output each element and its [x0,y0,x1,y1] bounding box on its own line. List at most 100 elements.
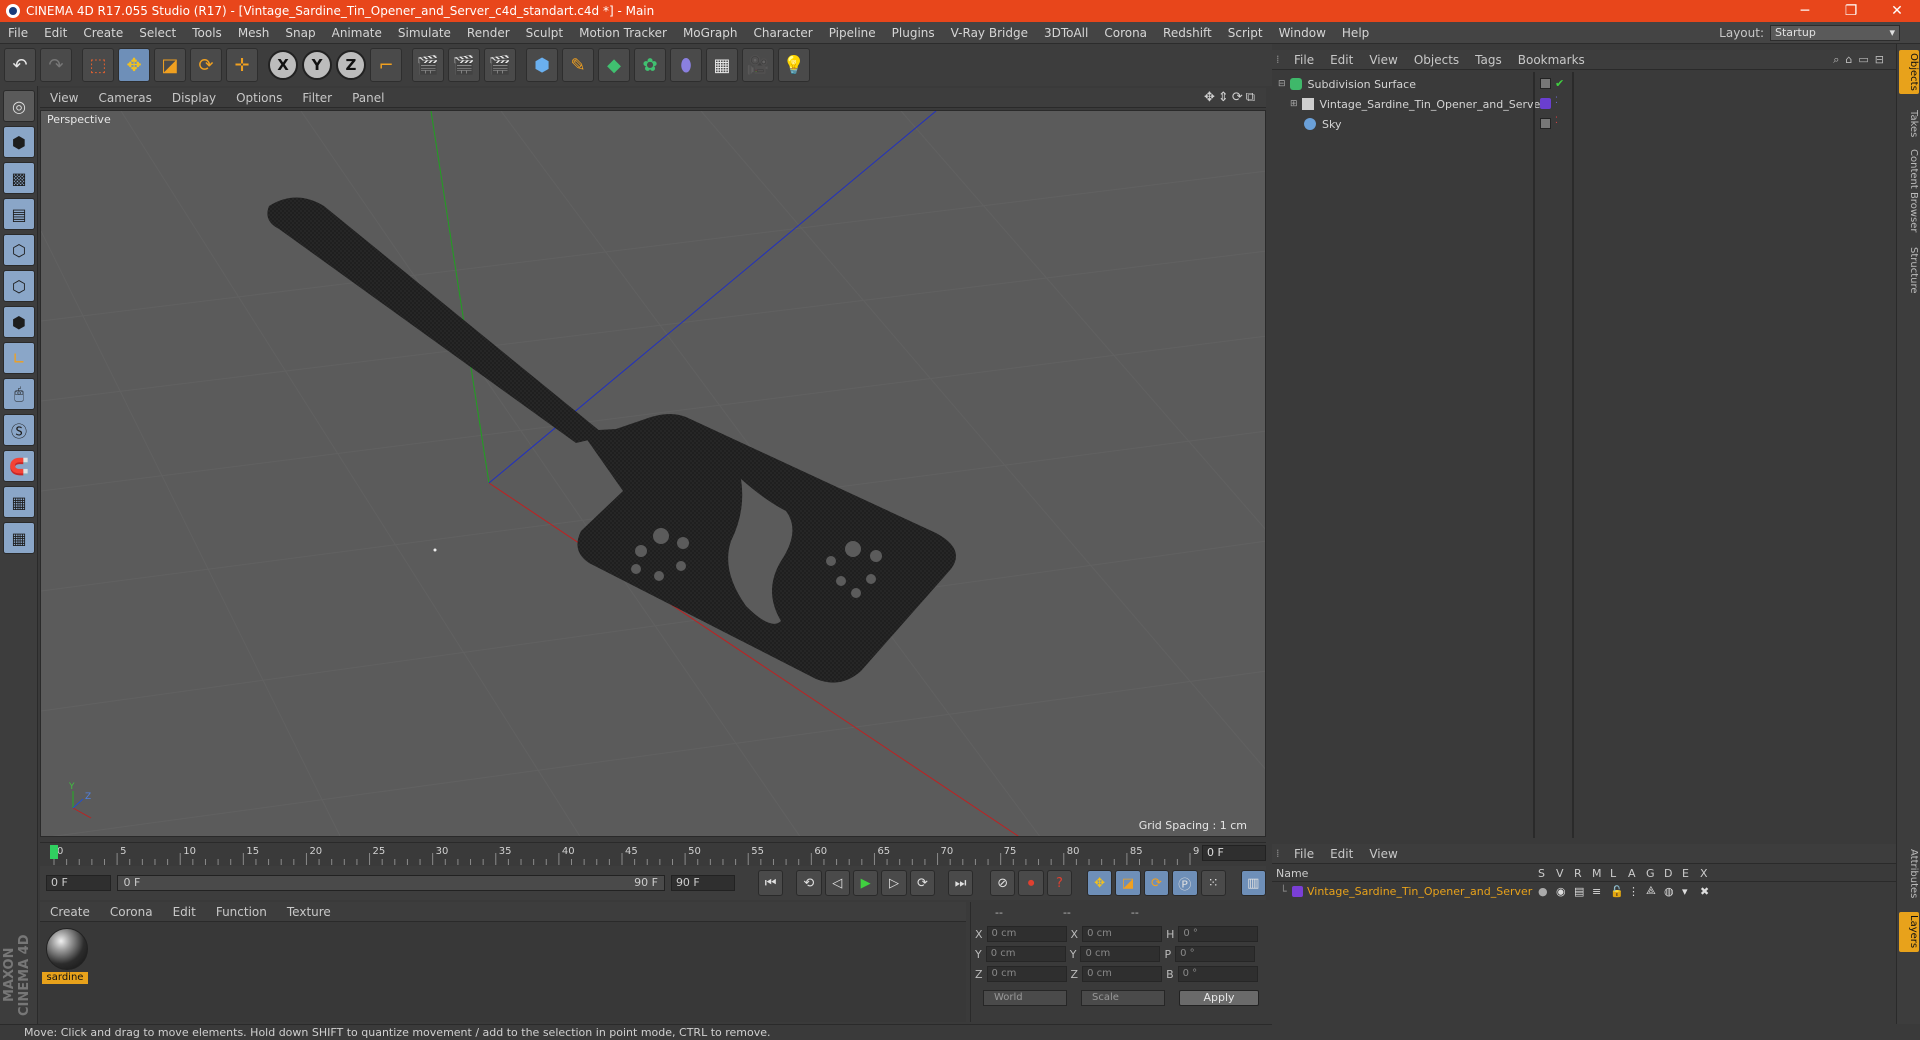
menu-help[interactable]: Help [1334,22,1377,44]
add-deformer-button[interactable]: ⬮ [670,48,702,82]
collapse-icon[interactable]: ⊟ [1278,79,1286,89]
layer-col-view[interactable]: V [1556,867,1574,880]
render-icon[interactable]: ▤ [1574,885,1592,898]
frame-range-slider[interactable]: 0 F 90 F [116,875,665,891]
render-settings-button[interactable]: 🎬 [484,48,516,82]
xref-icon[interactable]: ✖ [1700,885,1718,898]
layer-col-animation[interactable]: A [1628,867,1646,880]
add-light-button[interactable]: 💡 [778,48,810,82]
go-to-end-button[interactable]: ⏭ [947,870,974,896]
render-view-button[interactable]: 🎬 [412,48,444,82]
previous-frame-button[interactable]: ◁ [824,870,850,896]
viewport-menu-display[interactable]: Display [162,91,226,105]
menu-edit[interactable]: Edit [36,22,75,44]
key-scale-button[interactable]: ◪ [1115,870,1141,896]
viewport-menu-view[interactable]: View [40,91,88,105]
layer-col-render[interactable]: R [1574,867,1592,880]
object-menu-tags[interactable]: Tags [1467,53,1510,67]
enabled-check-icon[interactable]: ✔ [1555,77,1564,90]
menu-create[interactable]: Create [75,22,131,44]
rotate-tool-button[interactable]: ⟳ [190,48,222,82]
object-row-sky[interactable]: Sky [1272,114,1896,134]
position-z-field[interactable]: 0 cm [986,966,1067,982]
add-spline-button[interactable]: ✎ [562,48,594,82]
layer-row[interactable]: └ Vintage_Sardine_Tin_Opener_and_Server … [1272,882,1896,900]
close-button[interactable]: ✕ [1874,0,1920,22]
render-picture-viewer-button[interactable]: 🎬 [448,48,480,82]
menu-select[interactable]: Select [131,22,184,44]
position-x-field[interactable]: 0 cm [986,926,1067,942]
size-x-field[interactable]: 0 cm [1082,926,1163,942]
visibility-toggle-sky[interactable] [1540,118,1551,129]
undo-button[interactable]: ↶ [4,48,36,82]
layer-col-manager[interactable]: M [1592,867,1610,880]
add-scene-button[interactable]: ▦ [706,48,738,82]
restore-button[interactable]: ❐ [1828,0,1874,22]
menu-redshift[interactable]: Redshift [1155,22,1220,44]
menu-motion-tracker[interactable]: Motion Tracker [571,22,675,44]
y-axis-toggle[interactable]: Y [302,50,332,80]
coordinate-system-button[interactable]: ⌐ [370,48,402,82]
object-menu-view[interactable]: View [1361,53,1405,67]
position-y-field[interactable]: 0 cm [985,946,1066,962]
layer-col-solo[interactable]: S [1538,867,1556,880]
expand-icon[interactable]: ⊞ [1290,99,1298,109]
key-pla-button[interactable]: ⁙ [1200,870,1226,896]
sardine-tin-opener-model[interactable] [267,197,956,683]
add-camera-button[interactable]: 🎥 [742,48,774,82]
layer-col-expressions[interactable]: E [1682,867,1700,880]
size-y-field[interactable]: 0 cm [1080,946,1161,962]
layer-col-locked[interactable]: L [1610,867,1628,880]
z-axis-toggle[interactable]: Z [336,50,366,80]
visibility-dots-icon[interactable]: ⁚ [1555,96,1558,106]
menu-tools[interactable]: Tools [184,22,230,44]
x-axis-toggle[interactable]: X [268,50,298,80]
menu-3dtoall[interactable]: 3DToAll [1036,22,1096,44]
timeline-window-button[interactable]: ▥ [1240,870,1267,896]
previous-key-button[interactable]: ⟲ [796,870,822,896]
object-row-subdivision-surface[interactable]: ⊟ Subdivision Surface [1272,74,1896,94]
visibility-toggle-subdivision[interactable] [1540,78,1551,89]
material-menu-edit[interactable]: Edit [163,905,206,919]
key-position-button[interactable]: ✥ [1086,870,1113,896]
tab-structure[interactable]: Structure [1899,240,1919,300]
viewport-navigation-icons[interactable]: ✥⇕⟳⧉ [1204,90,1258,105]
add-subdivision-button[interactable]: ◆ [598,48,630,82]
viewport-menu-panel[interactable]: Panel [342,91,394,105]
tab-layers[interactable]: Layers [1899,912,1919,952]
visibility-dots-icon[interactable]: ⁚ [1555,116,1558,126]
make-editable-button[interactable]: ◎ [3,90,35,122]
points-mode-button[interactable]: ⬡ [3,234,35,266]
menu-mesh[interactable]: Mesh [230,22,278,44]
expression-icon[interactable]: ▾ [1682,885,1700,898]
scale-tool-button[interactable]: ◪ [154,48,186,82]
manager-icon[interactable]: ≡ [1592,885,1610,898]
record-keys-button[interactable]: ⊘ [989,870,1016,896]
locked-workplane-button[interactable]: ▦ [3,522,35,554]
menu-sculpt[interactable]: Sculpt [518,22,571,44]
layer-col-name[interactable]: Name [1272,867,1538,880]
menu-pipeline[interactable]: Pipeline [821,22,884,44]
tab-attributes[interactable]: Attributes [1899,844,1919,904]
viewport-menu-cameras[interactable]: Cameras [88,91,161,105]
layer-color-tag[interactable] [1540,98,1551,109]
menu-simulate[interactable]: Simulate [390,22,459,44]
viewport-camera-label[interactable]: Perspective [47,113,111,126]
menu-window[interactable]: Window [1271,22,1334,44]
add-mograph-button[interactable]: ✿ [634,48,666,82]
animation-icon[interactable]: ⋮ [1628,885,1646,898]
rotation-p-field[interactable]: 0 ° [1175,946,1256,962]
material-menu-function[interactable]: Function [206,905,277,919]
next-frame-button[interactable]: ▷ [881,870,907,896]
object-menu-bookmarks[interactable]: Bookmarks [1510,53,1593,67]
generator-icon[interactable]: ⟁ [1646,884,1664,898]
edges-mode-button[interactable]: ⬡ [3,270,35,302]
go-to-start-button[interactable]: ⏮ [757,870,784,896]
current-frame-field[interactable]: 0 F [1202,845,1266,861]
deformer-icon[interactable]: ◍ [1664,885,1682,898]
menu-file[interactable]: File [0,22,36,44]
axis-mode-button[interactable]: ∟ [3,342,35,374]
layer-menu-file[interactable]: File [1286,847,1322,861]
tab-content-browser[interactable]: Content Browser [1899,148,1919,234]
snap-toggle-button[interactable]: Ⓢ [3,414,35,446]
